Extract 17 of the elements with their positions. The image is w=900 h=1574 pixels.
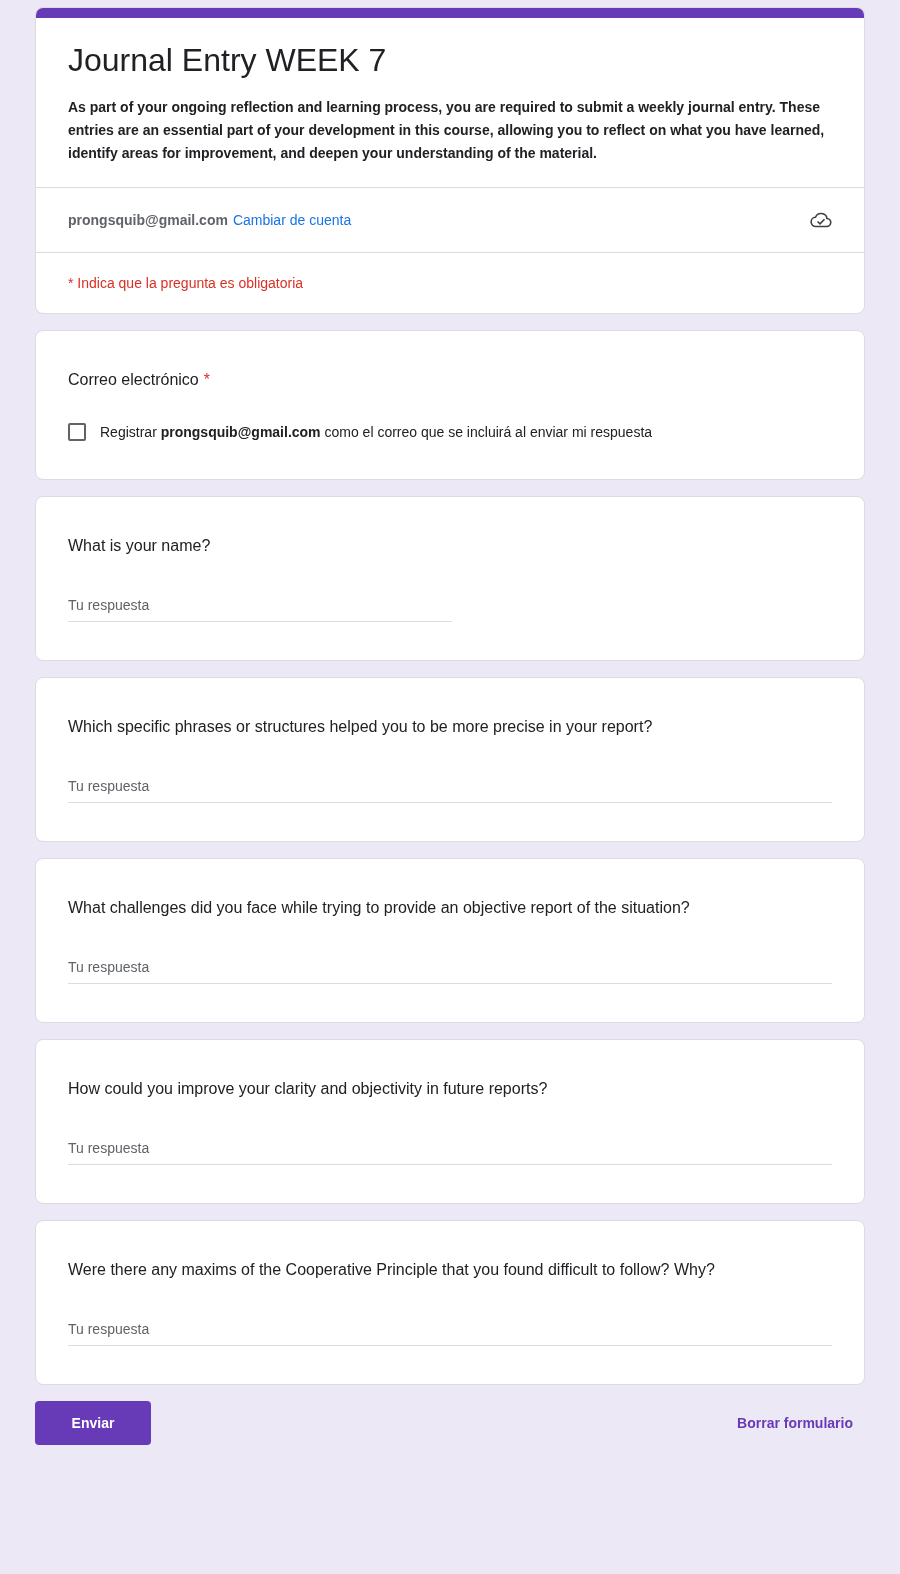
clear-form-button[interactable]: Borrar formulario bbox=[725, 1407, 865, 1439]
question-title: Which specific phrases or structures helped you to be more precise in your report? bbox=[68, 717, 653, 737]
checkbox[interactable] bbox=[68, 423, 86, 441]
question-title: How could you improve your clarity and objectivity in future reports? bbox=[68, 1079, 548, 1099]
question-title: What is your name? bbox=[68, 536, 211, 556]
question-title: Were there any maxims of the Cooperative Principle that you found difficult to follow? Why? bbox=[68, 1260, 715, 1280]
form-description: As part of your ongoing reflection and learning process, you are required to submit a weekly journal entry. These entries are an essential part of your development in this course, allowing you to reflect on what you have learned, identify areas for improvement, and deepen your understanding of the material. bbox=[68, 98, 826, 163]
submit-button[interactable]: Enviar bbox=[35, 1401, 151, 1445]
switch-account-link[interactable]: Cambiar de cuenta bbox=[232, 212, 352, 228]
form-title: Journal Entry WEEK 7 bbox=[68, 41, 388, 80]
required-notice: * Indica que la pregunta es obligatoria bbox=[68, 275, 304, 291]
question-title: What challenges did you face while trying to provide an objective report of the situation? bbox=[68, 898, 690, 918]
cloud-check-icon bbox=[810, 212, 832, 228]
account-email: prongsquib@gmail.com bbox=[68, 212, 228, 228]
checkbox-label: Registrar prongsquib@gmail.com como el correo que se incluirá al enviar mi respuesta bbox=[100, 424, 653, 440]
required-mark: * bbox=[203, 370, 210, 390]
question-title: Correo electrónico bbox=[68, 370, 199, 390]
